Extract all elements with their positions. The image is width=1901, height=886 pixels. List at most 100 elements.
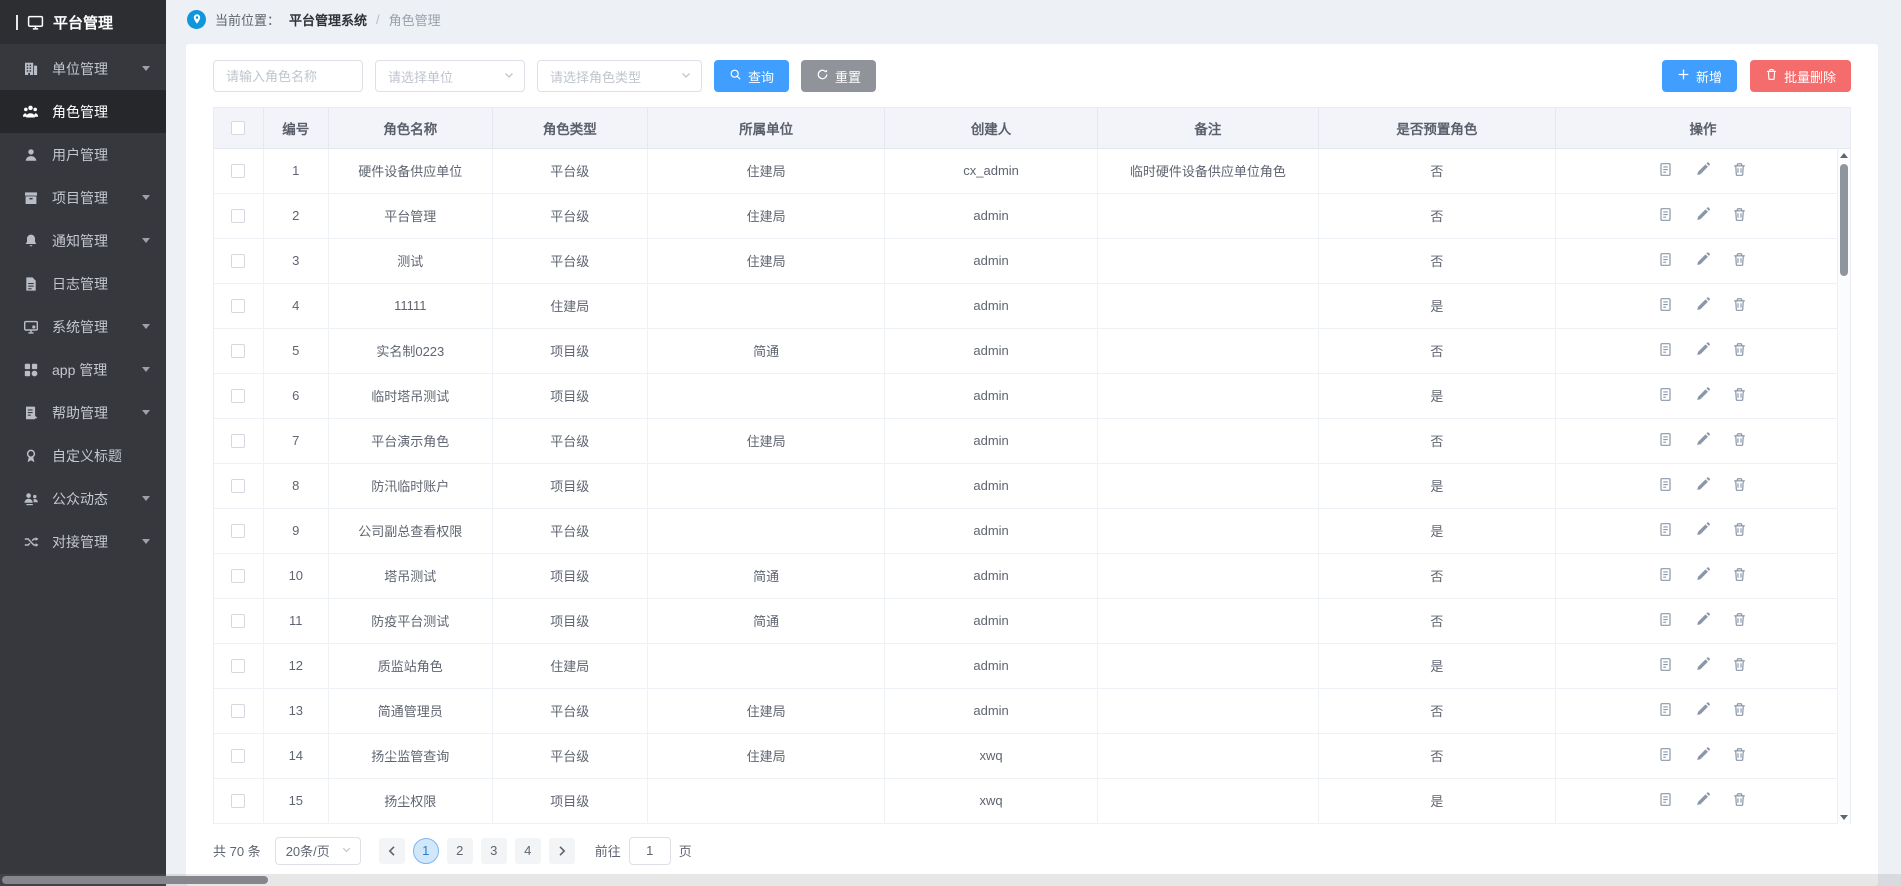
view-button[interactable] <box>1647 747 1684 765</box>
view-button[interactable] <box>1647 162 1684 180</box>
row-checkbox[interactable] <box>231 794 245 808</box>
delete-button[interactable] <box>1721 252 1758 270</box>
edit-button[interactable] <box>1684 567 1721 585</box>
view-button[interactable] <box>1647 477 1684 495</box>
search-button[interactable]: 查询 <box>714 60 789 92</box>
unit-select[interactable]: 请选择单位 <box>375 60 525 92</box>
view-button[interactable] <box>1647 522 1684 540</box>
row-checkbox[interactable] <box>231 569 245 583</box>
delete-button[interactable] <box>1721 522 1758 540</box>
row-checkbox[interactable] <box>231 389 245 403</box>
scrollbar-thumb[interactable] <box>1840 164 1848 276</box>
delete-button[interactable] <box>1721 477 1758 495</box>
delete-button[interactable] <box>1721 612 1758 630</box>
page-button-4[interactable]: 4 <box>515 838 541 864</box>
edit-button[interactable] <box>1684 477 1721 495</box>
sidebar-item-12[interactable]: 对接管理 <box>0 520 166 563</box>
delete-button[interactable] <box>1721 162 1758 180</box>
view-button[interactable] <box>1647 297 1684 315</box>
edit-button[interactable] <box>1684 252 1721 270</box>
sidebar-item-6[interactable]: 日志管理 <box>0 262 166 305</box>
role-type-select[interactable]: 请选择角色类型 <box>537 60 702 92</box>
scroll-up-icon[interactable] <box>1838 153 1850 158</box>
delete-button[interactable] <box>1721 432 1758 450</box>
reset-button[interactable]: 重置 <box>801 60 876 92</box>
table-scrollbar[interactable] <box>1837 149 1850 824</box>
row-checkbox[interactable] <box>231 659 245 673</box>
view-button[interactable] <box>1647 207 1684 225</box>
edit-button[interactable] <box>1684 612 1721 630</box>
row-checkbox[interactable] <box>231 164 245 178</box>
edit-button[interactable] <box>1684 297 1721 315</box>
delete-button[interactable] <box>1721 792 1758 810</box>
sidebar-item-4[interactable]: 项目管理 <box>0 176 166 219</box>
row-checkbox[interactable] <box>231 254 245 268</box>
sidebar-item-7[interactable]: 系统管理 <box>0 305 166 348</box>
goto-page-input[interactable] <box>629 837 671 865</box>
view-button[interactable] <box>1647 792 1684 810</box>
delete-button[interactable] <box>1721 702 1758 720</box>
edit-button[interactable] <box>1684 342 1721 360</box>
page-button-1[interactable]: 1 <box>413 838 439 864</box>
row-checkbox[interactable] <box>231 614 245 628</box>
add-button[interactable]: 新增 <box>1662 60 1737 92</box>
view-button[interactable] <box>1647 612 1684 630</box>
cell-id: 7 <box>263 418 328 463</box>
edit-button[interactable] <box>1684 522 1721 540</box>
delete-button[interactable] <box>1721 567 1758 585</box>
edit-button[interactable] <box>1684 792 1721 810</box>
page-button-3[interactable]: 3 <box>481 838 507 864</box>
edit-button[interactable] <box>1684 162 1721 180</box>
edit-button[interactable] <box>1684 657 1721 675</box>
row-checkbox[interactable] <box>231 704 245 718</box>
row-checkbox[interactable] <box>231 434 245 448</box>
sidebar-item-10[interactable]: 自定义标题 <box>0 434 166 477</box>
edit-button[interactable] <box>1684 207 1721 225</box>
edit-button[interactable] <box>1684 702 1721 720</box>
delete-button[interactable] <box>1721 207 1758 225</box>
sidebar-item-9[interactable]: 帮助管理 <box>0 391 166 434</box>
cell-remark <box>1097 418 1318 463</box>
delete-button[interactable] <box>1721 297 1758 315</box>
sidebar-item-2[interactable]: 角色管理 <box>0 90 166 133</box>
view-button[interactable] <box>1647 702 1684 720</box>
row-checkbox[interactable] <box>231 344 245 358</box>
row-checkbox[interactable] <box>231 524 245 538</box>
delete-icon <box>1732 792 1747 807</box>
page-size-select[interactable]: 20条/页 <box>275 837 361 865</box>
delete-button[interactable] <box>1721 387 1758 405</box>
sidebar-item-label: 单位管理 <box>52 59 129 79</box>
delete-button[interactable] <box>1721 657 1758 675</box>
cell-role-name: 防汛临时账户 <box>329 463 493 508</box>
edit-button[interactable] <box>1684 747 1721 765</box>
sidebar-item-8[interactable]: app 管理 <box>0 348 166 391</box>
sidebar-item-1[interactable]: 单位管理 <box>0 47 166 90</box>
delete-button[interactable] <box>1721 342 1758 360</box>
view-button[interactable] <box>1647 342 1684 360</box>
horizontal-scrollbar[interactable] <box>0 874 1901 886</box>
row-checkbox[interactable] <box>231 209 245 223</box>
row-checkbox[interactable] <box>231 299 245 313</box>
breadcrumb-root[interactable]: 平台管理系统 <box>289 10 367 29</box>
horizontal-scrollbar-thumb[interactable] <box>2 876 268 884</box>
delete-button[interactable] <box>1721 747 1758 765</box>
edit-button[interactable] <box>1684 432 1721 450</box>
view-button[interactable] <box>1647 252 1684 270</box>
batch-delete-button[interactable]: 批量删除 <box>1750 60 1851 92</box>
select-all-checkbox[interactable] <box>231 121 245 135</box>
view-button[interactable] <box>1647 657 1684 675</box>
prev-page-button[interactable] <box>379 838 405 864</box>
view-button[interactable] <box>1647 567 1684 585</box>
scroll-down-icon[interactable] <box>1838 815 1850 820</box>
row-checkbox[interactable] <box>231 479 245 493</box>
role-name-input[interactable] <box>213 60 363 92</box>
row-checkbox[interactable] <box>231 749 245 763</box>
page-button-2[interactable]: 2 <box>447 838 473 864</box>
view-button[interactable] <box>1647 432 1684 450</box>
sidebar-item-11[interactable]: 公众动态 <box>0 477 166 520</box>
sidebar-item-3[interactable]: 用户管理 <box>0 133 166 176</box>
next-page-button[interactable] <box>549 838 575 864</box>
edit-button[interactable] <box>1684 387 1721 405</box>
sidebar-item-5[interactable]: 通知管理 <box>0 219 166 262</box>
view-button[interactable] <box>1647 387 1684 405</box>
